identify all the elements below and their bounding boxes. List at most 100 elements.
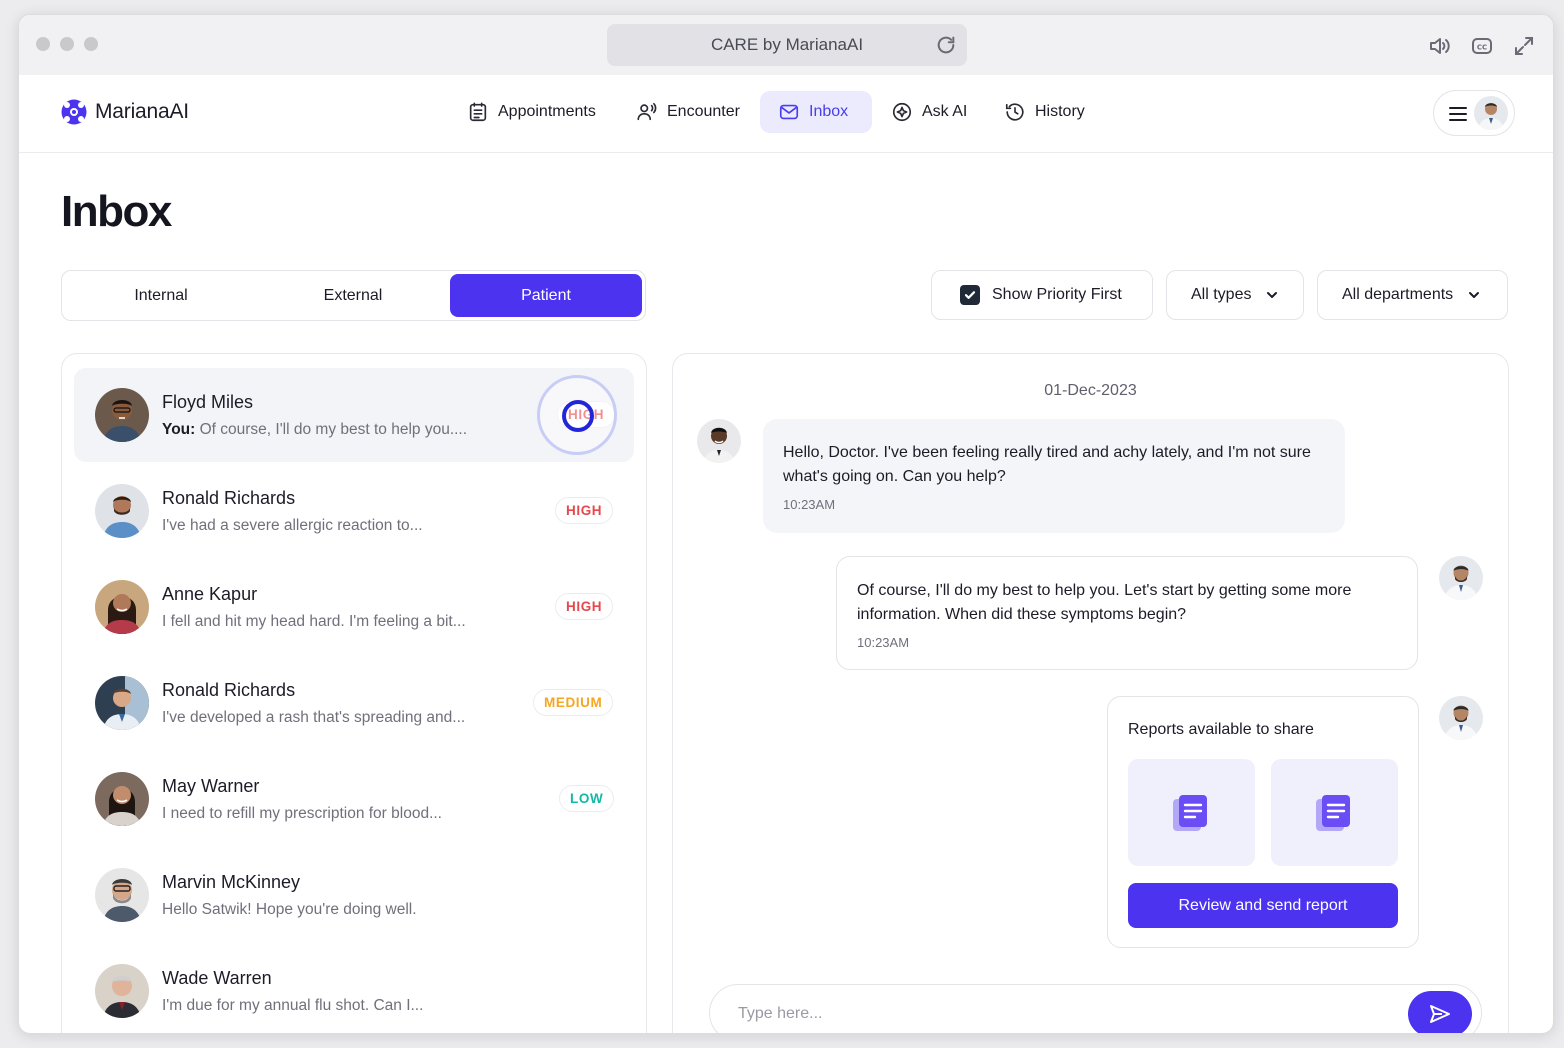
- message-composer: [709, 984, 1482, 1033]
- conversation-name: Anne Kapur: [162, 584, 258, 604]
- conversation-list: Floyd Miles You: Of course, I'll do my b…: [61, 353, 647, 1033]
- conversation-row[interactable]: Ronald Richards I've had a severe allerg…: [74, 464, 634, 558]
- conversation-row[interactable]: Anne Kapur I fell and hit my head hard. …: [74, 560, 634, 654]
- conversation-row[interactable]: May Warner I need to refill my prescript…: [74, 752, 634, 846]
- ai-sparkle-icon: [892, 102, 912, 122]
- conversation-row[interactable]: Floyd Miles You: Of course, I'll do my b…: [74, 368, 634, 462]
- click-indicator-inner: [562, 400, 594, 432]
- conversation-name: Wade Warren: [162, 968, 272, 988]
- conversation-name: Ronald Richards: [162, 680, 296, 700]
- document-icon: [1316, 795, 1350, 831]
- conversation-name: Floyd Miles: [162, 392, 254, 412]
- patient-avatar: [95, 676, 149, 730]
- report-thumbnail[interactable]: [1128, 759, 1255, 866]
- conversation-row[interactable]: Wade Warren I'm due for my annual flu sh…: [74, 944, 634, 1033]
- captions-icon[interactable]: CC: [1470, 34, 1494, 58]
- mail-icon: [779, 104, 799, 120]
- patient-avatar: [95, 484, 149, 538]
- conversation-name: May Warner: [162, 776, 260, 796]
- hamburger-menu-icon: [1449, 107, 1467, 121]
- nav-history[interactable]: History: [994, 91, 1095, 133]
- nav-encounter[interactable]: Encounter: [626, 91, 750, 133]
- report-thumbnail[interactable]: [1271, 759, 1398, 866]
- user-menu[interactable]: [1433, 90, 1515, 136]
- window-close-dot[interactable]: [36, 37, 50, 51]
- reports-card: Reports available to share Review and se…: [1107, 696, 1419, 948]
- reload-icon[interactable]: [935, 34, 957, 56]
- browser-titlebar: CARE by MarianaAI CC: [19, 15, 1553, 75]
- svg-text:CC: CC: [1477, 44, 1487, 52]
- send-icon: [1430, 1005, 1450, 1023]
- show-priority-first-toggle[interactable]: Show Priority First: [931, 270, 1153, 320]
- inbox-category-tabs: Internal External Patient: [61, 270, 646, 321]
- app-navbar: MarianaAI Appointments Encounter Inbox A…: [19, 75, 1553, 153]
- fullscreen-icon[interactable]: [1512, 34, 1536, 58]
- nav-inbox[interactable]: Inbox: [760, 91, 872, 133]
- tab-patient[interactable]: Patient: [450, 274, 642, 317]
- brand[interactable]: MarianaAI: [61, 99, 189, 125]
- conversation-row[interactable]: Ronald Richards I've developed a rash th…: [74, 656, 634, 750]
- nav-history-label: History: [1035, 103, 1085, 120]
- patient-avatar: [95, 868, 149, 922]
- history-clock-icon: [1005, 103, 1024, 121]
- conversation-preview: I need to refill my prescription for blo…: [162, 805, 442, 822]
- nav-appointments[interactable]: Appointments: [457, 91, 606, 133]
- conversation-preview: I fell and hit my head hard. I'm feeling…: [162, 613, 466, 630]
- chevron-down-icon: [1267, 292, 1278, 298]
- page-title: Inbox: [61, 187, 172, 236]
- checkbox-checked-icon[interactable]: [960, 285, 980, 305]
- patient-avatar: [95, 772, 149, 826]
- speaker-icon[interactable]: [1427, 34, 1451, 58]
- nav-appointments-label: Appointments: [498, 103, 596, 120]
- nav-encounter-label: Encounter: [667, 103, 740, 120]
- sender-prefix: You:: [162, 421, 196, 438]
- document-icon: [1173, 795, 1207, 831]
- window-minimize-dot[interactable]: [60, 37, 74, 51]
- conversation-preview: You: Of course, I'll do my best to help …: [162, 421, 467, 439]
- message-text: Hello, Doctor. I've been feeling really …: [783, 444, 1311, 485]
- patient-avatar: [95, 964, 149, 1018]
- calendar-notes-icon: [469, 102, 487, 122]
- types-dropdown-value: All types: [1191, 286, 1252, 303]
- departments-dropdown-value: All departments: [1342, 286, 1454, 303]
- patient-avatar: [95, 580, 149, 634]
- nav-inbox-label: Inbox: [809, 103, 849, 120]
- message-time: 10:23AM: [783, 497, 836, 512]
- priority-badge: LOW: [559, 785, 615, 812]
- message-time: 10:23AM: [857, 635, 910, 650]
- conversation-row[interactable]: Marvin McKinney Hello Satwik! Hope you'r…: [74, 848, 634, 942]
- chat-panel: 01-Dec-2023 Hello, Doctor. I've been fee…: [672, 353, 1509, 1033]
- send-button[interactable]: [1408, 991, 1472, 1033]
- doctor-chat-avatar: [1439, 556, 1483, 600]
- user-avatar: [1474, 96, 1508, 130]
- browser-window: CARE by MarianaAI CC MarianaAI Appointme…: [18, 14, 1554, 1034]
- message-input[interactable]: [738, 1001, 1378, 1027]
- user-voice-icon: [637, 102, 657, 121]
- nav-ask-ai-label: Ask AI: [922, 103, 968, 120]
- marianaai-logo-icon: [61, 99, 87, 125]
- review-send-report-button[interactable]: Review and send report: [1128, 883, 1398, 928]
- priority-badge: MEDIUM: [533, 689, 614, 716]
- nav-ask-ai[interactable]: Ask AI: [881, 91, 977, 133]
- conversation-name: Marvin McKinney: [162, 872, 301, 892]
- show-priority-first-label: Show Priority First: [992, 286, 1122, 303]
- message-text: Of course, I'll do my best to help you. …: [857, 582, 1352, 623]
- reports-title: Reports available to share: [1128, 721, 1314, 738]
- patient-chat-avatar: [697, 419, 741, 463]
- tab-external[interactable]: External: [257, 274, 449, 317]
- conversation-preview: I'm due for my annual flu shot. Can I...: [162, 997, 424, 1014]
- types-dropdown[interactable]: All types: [1166, 270, 1304, 320]
- conversation-name: Ronald Richards: [162, 488, 296, 508]
- conversation-preview-text: Of course, I'll do my best to help you..…: [195, 421, 468, 438]
- chevron-down-icon: [1469, 292, 1480, 298]
- doctor-chat-avatar: [1439, 696, 1483, 740]
- patient-avatar: [95, 388, 149, 442]
- tab-internal[interactable]: Internal: [65, 274, 257, 317]
- window-zoom-dot[interactable]: [84, 37, 98, 51]
- conversation-preview: I've developed a rash that's spreading a…: [162, 709, 466, 726]
- conversation-preview: I've had a severe allergic reaction to..…: [162, 517, 423, 534]
- address-bar[interactable]: CARE by MarianaAI: [607, 24, 967, 66]
- chat-date: 01-Dec-2023: [1044, 382, 1137, 399]
- departments-dropdown[interactable]: All departments: [1317, 270, 1508, 320]
- priority-badge: HIGH: [555, 497, 614, 524]
